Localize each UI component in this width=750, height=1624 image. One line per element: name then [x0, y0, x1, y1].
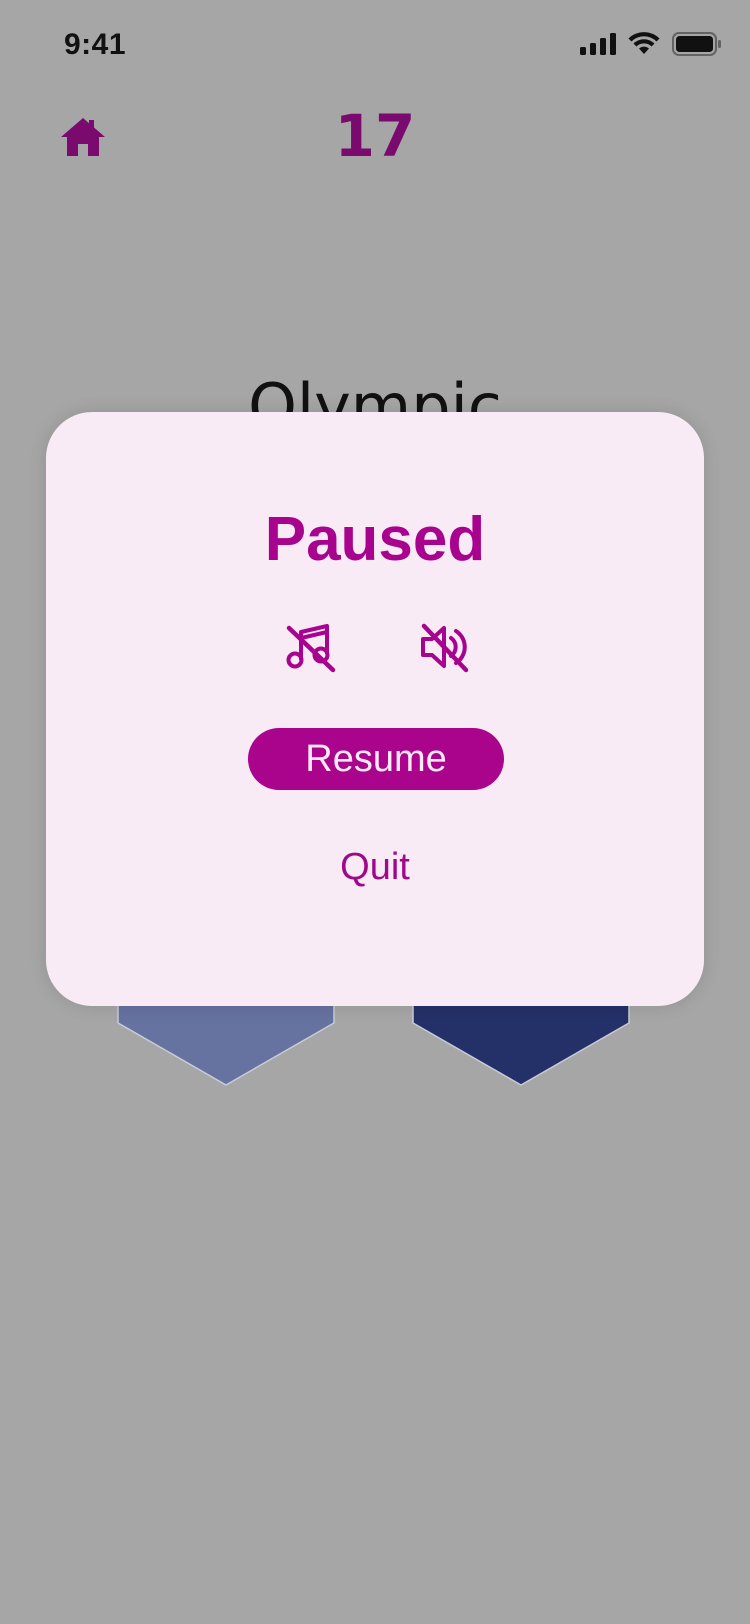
status-time: 9:41	[64, 28, 127, 61]
volume-off-icon	[421, 623, 469, 673]
score-counter: 17	[334, 102, 416, 170]
resume-button[interactable]: Resume	[248, 728, 504, 790]
pause-modal: Paused Resume Quit	[46, 412, 704, 1006]
sound-toggle-button[interactable]	[418, 620, 472, 674]
header: 17	[0, 90, 750, 180]
music-off-icon	[286, 624, 336, 673]
music-toggle-button[interactable]	[283, 620, 337, 674]
wifi-icon	[628, 32, 660, 54]
status-bar: 9:41	[0, 0, 750, 90]
status-icons	[580, 32, 722, 56]
cellular-signal-icon	[580, 33, 616, 55]
quit-button[interactable]: Quit	[46, 846, 704, 889]
battery-icon	[672, 32, 721, 56]
pause-title: Paused	[264, 505, 486, 574]
